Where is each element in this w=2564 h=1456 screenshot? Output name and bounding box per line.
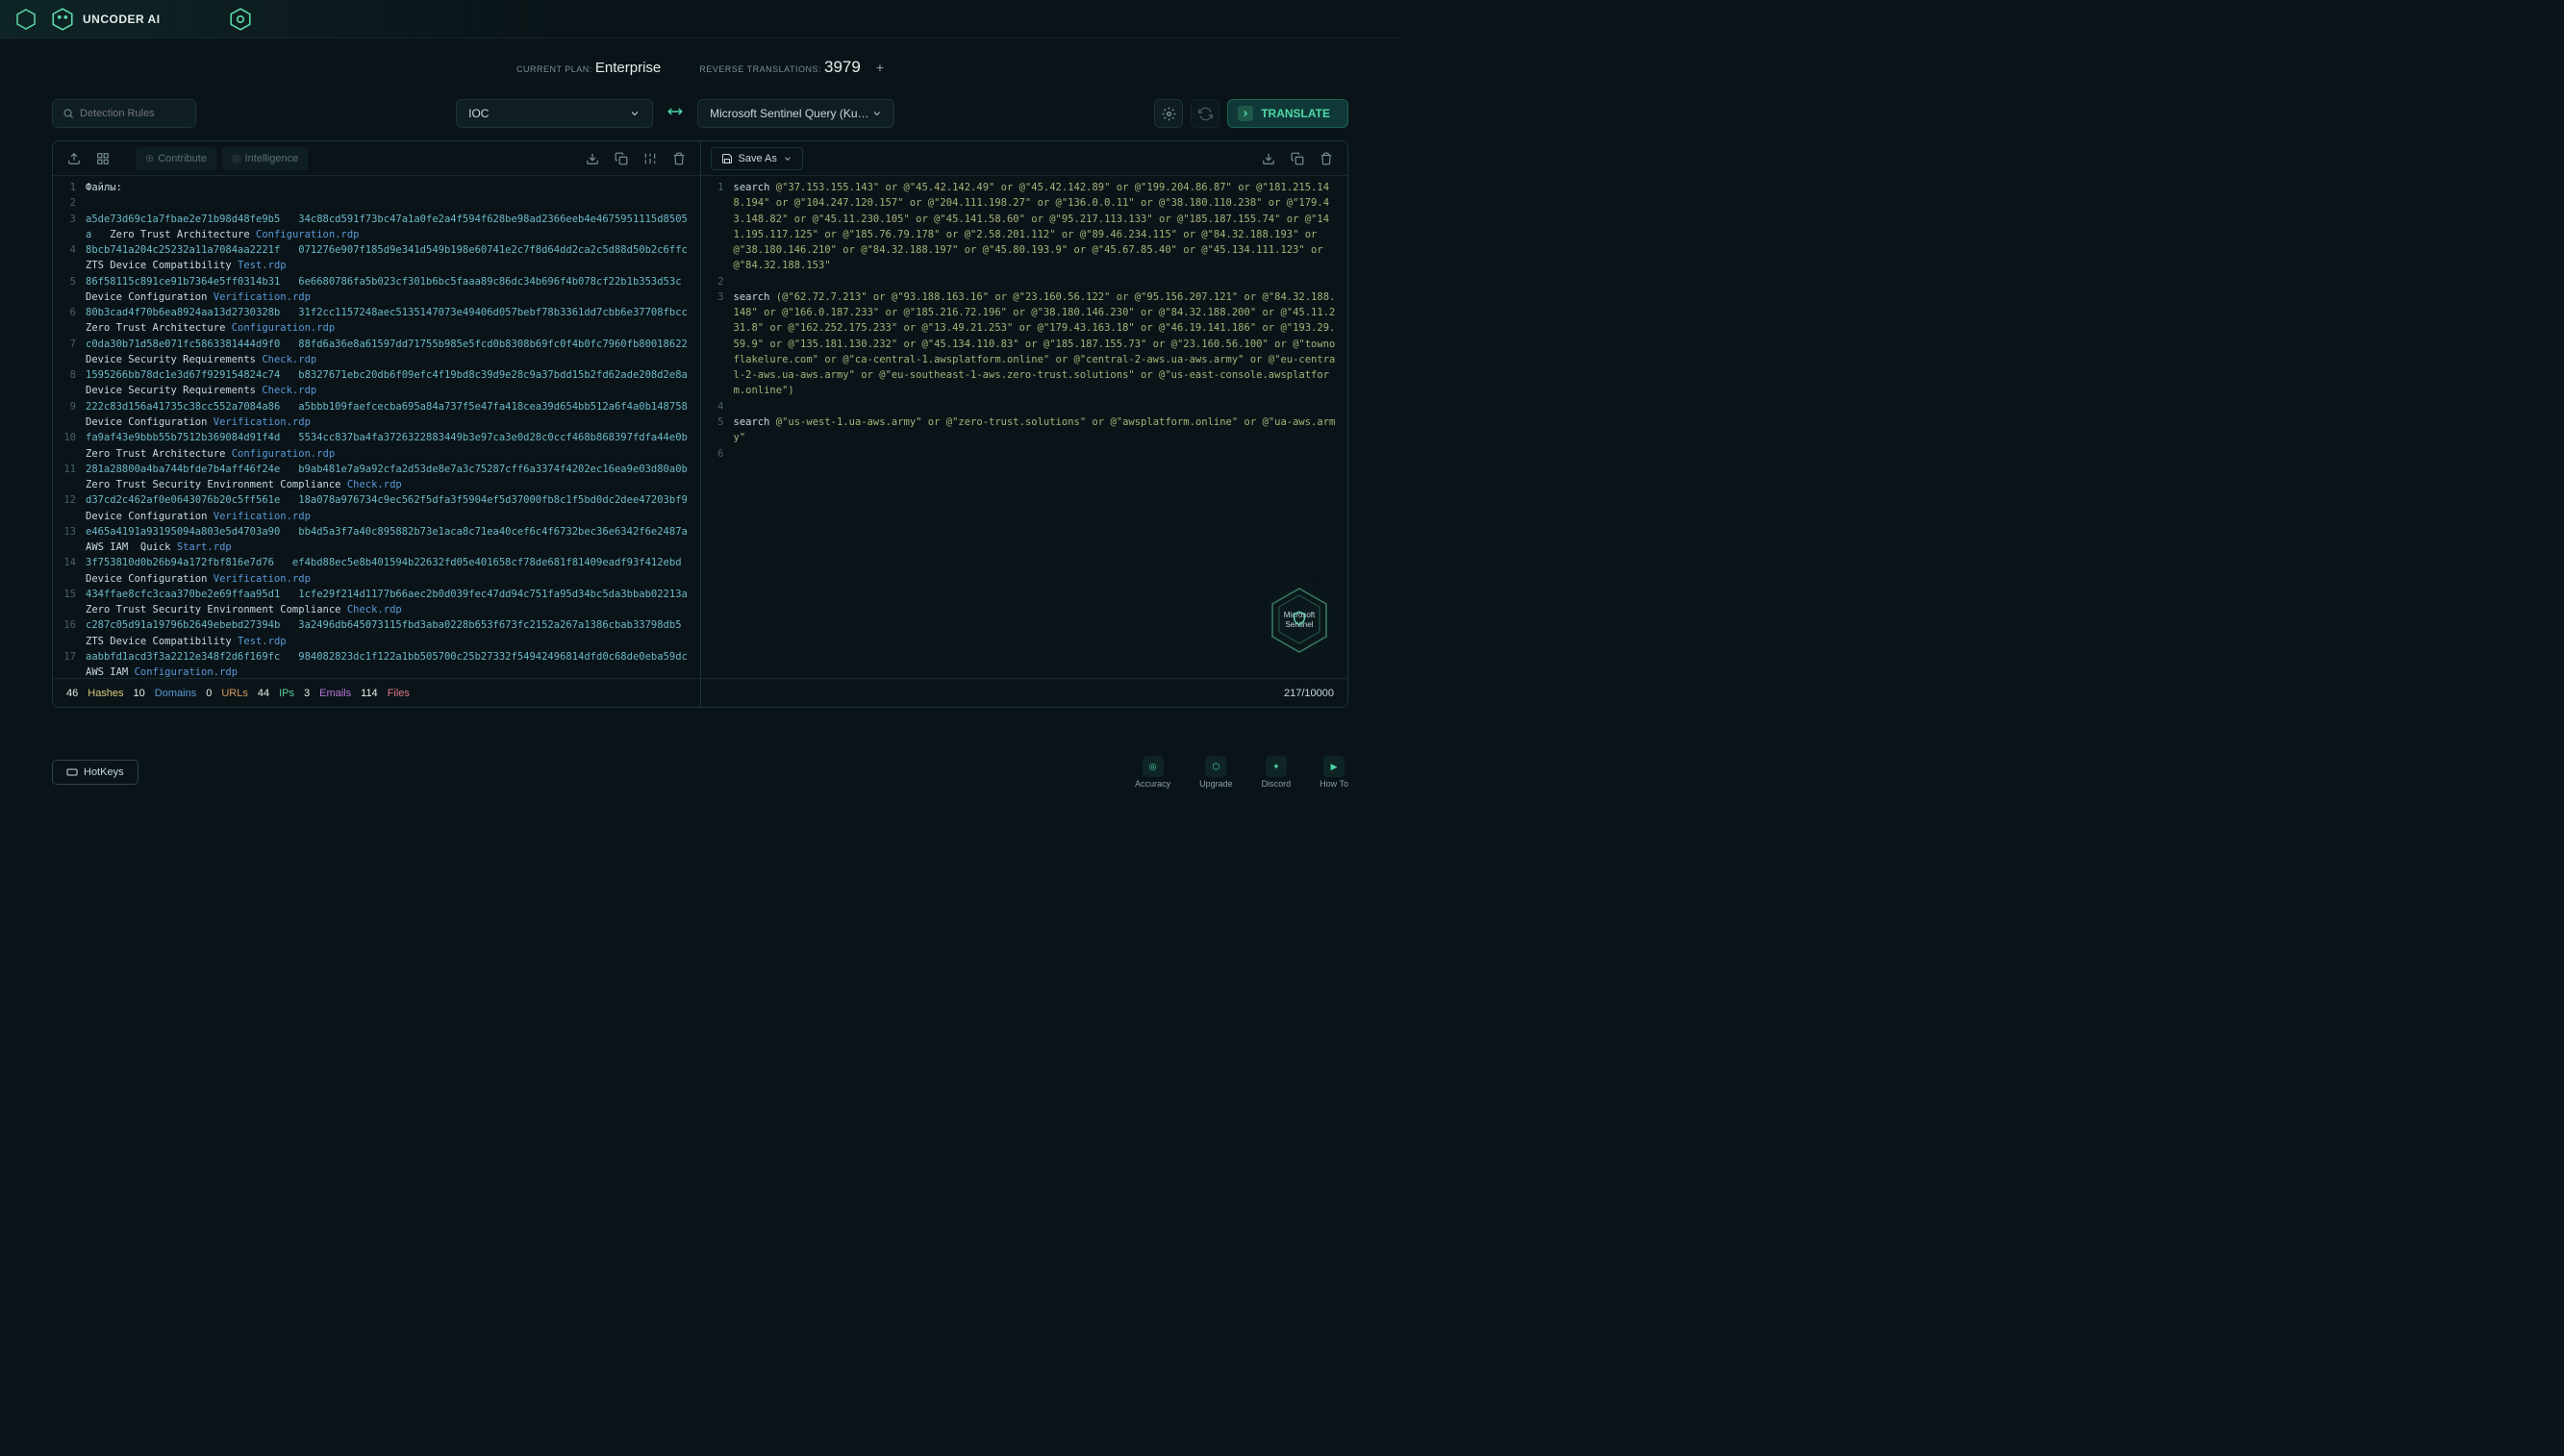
- copy-right-button[interactable]: [1286, 147, 1309, 170]
- brand-name: UNCODER AI: [83, 13, 161, 26]
- upload-button[interactable]: [63, 147, 86, 170]
- copy-icon: [1291, 152, 1304, 165]
- app-logo-icon: [13, 7, 38, 32]
- sentinel-badge: Microsoft Sentinel: [1269, 586, 1330, 655]
- source-code-editor[interactable]: 1Файлы:23a5de73d69c1a7fbae2e71b98d48fe9b…: [53, 176, 700, 678]
- upload-icon: [67, 152, 81, 165]
- add-translations-button[interactable]: +: [876, 60, 884, 75]
- discord-button[interactable]: ✦Discord: [1262, 756, 1292, 789]
- trash-icon: [672, 152, 686, 165]
- target-code-editor[interactable]: 1search @"37.153.155.143" or @"45.42.142…: [701, 176, 1348, 678]
- search-input[interactable]: [80, 108, 186, 119]
- download-icon: [1262, 152, 1275, 165]
- history-button[interactable]: [1191, 99, 1219, 128]
- download-left-button[interactable]: [581, 147, 604, 170]
- refresh-icon: [1198, 107, 1213, 121]
- swap-button[interactable]: [661, 103, 690, 125]
- target-format-select[interactable]: Microsoft Sentinel Query (Kusto): [697, 99, 894, 128]
- intelligence-button[interactable]: ◎Intelligence: [222, 147, 308, 170]
- secondary-logo-icon: [228, 7, 253, 32]
- source-format-select[interactable]: IOC: [456, 99, 653, 128]
- upgrade-icon: ⬡: [1205, 756, 1226, 777]
- download-right-button[interactable]: [1257, 147, 1280, 170]
- translate-icon: [1241, 109, 1250, 118]
- gear-icon: [1162, 107, 1176, 121]
- detection-rules-search[interactable]: [52, 99, 196, 128]
- grid-button[interactable]: [91, 147, 114, 170]
- download-icon: [586, 152, 599, 165]
- accuracy-button[interactable]: ◎Accuracy: [1135, 756, 1170, 789]
- settings-button[interactable]: [1154, 99, 1183, 128]
- chevron-down-icon: [871, 108, 883, 119]
- copy-left-button[interactable]: [610, 147, 633, 170]
- translate-button[interactable]: TRANSLATE: [1227, 99, 1348, 128]
- left-footer-stats: 46Hashes 10Domains 0URLs 44IPs 3Emails 1…: [53, 678, 700, 707]
- app-logo-icon-2: [50, 7, 75, 32]
- save-icon: [721, 153, 733, 164]
- help-icon: ▶: [1323, 756, 1345, 777]
- delete-left-button[interactable]: [667, 147, 691, 170]
- sliders-icon: [643, 152, 657, 165]
- keyboard-icon: [66, 766, 78, 778]
- reverse-translations-info: REVERSE TRANSLATIONS: 3979: [699, 58, 861, 77]
- right-footer-counter: 217/10000: [701, 678, 1348, 707]
- chevron-down-icon: [783, 154, 792, 163]
- delete-right-button[interactable]: [1315, 147, 1338, 170]
- settings-left-button[interactable]: [639, 147, 662, 170]
- shield-icon: [1292, 611, 1307, 626]
- copy-icon: [615, 152, 628, 165]
- howto-button[interactable]: ▶How To: [1320, 756, 1348, 789]
- target-icon: ◎: [1143, 756, 1164, 777]
- search-icon: [63, 107, 74, 120]
- plan-info: CURRENT PLAN: Enterprise: [516, 60, 661, 76]
- hotkeys-button[interactable]: HotKeys: [52, 760, 138, 785]
- discord-icon: ✦: [1266, 756, 1287, 777]
- upgrade-button[interactable]: ⬡Upgrade: [1199, 756, 1233, 789]
- contribute-button[interactable]: ⊕Contribute: [136, 147, 216, 170]
- grid-icon: [96, 152, 110, 165]
- save-as-button[interactable]: Save As: [711, 147, 803, 170]
- chevron-down-icon: [629, 108, 641, 119]
- trash-icon: [1320, 152, 1333, 165]
